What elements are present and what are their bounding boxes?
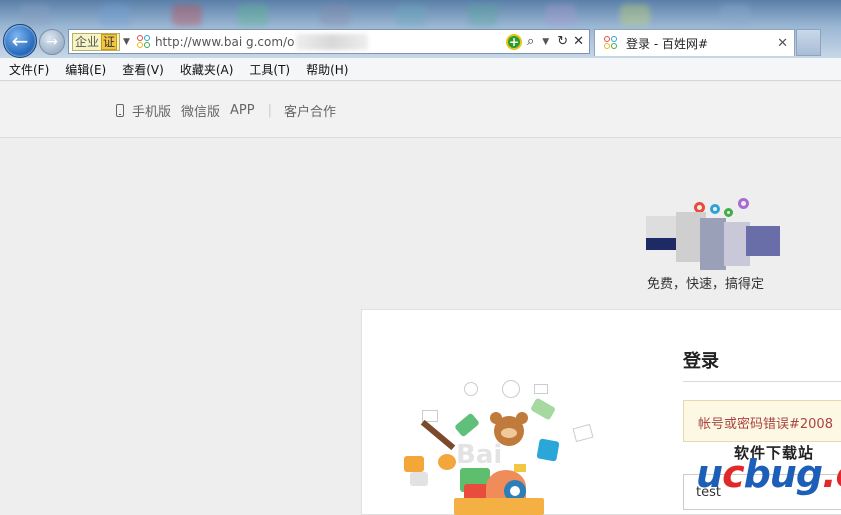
menu-bar: 文件(F) 编辑(E) 查看(V) 收藏夹(A) 工具(T) 帮助(H) xyxy=(0,58,841,81)
ucbug-watermark-logo: 软件下载站 ucbug.cc xyxy=(696,440,841,500)
add-plugin-icon[interactable]: + xyxy=(505,33,522,50)
blurred-desktop-icon xyxy=(172,4,202,26)
mobile-version-link[interactable]: 手机版 xyxy=(132,101,171,120)
close-icon[interactable]: ✕ xyxy=(573,34,584,49)
partner-link[interactable]: 客户合作 xyxy=(284,101,336,120)
site-favicon-icon xyxy=(136,34,151,49)
login-illustration xyxy=(404,372,604,515)
login-error-alert: 帐号或密码错误#2008 xyxy=(683,400,841,442)
menu-view[interactable]: 查看(V) xyxy=(122,61,164,78)
watermark-main-text: ucbug.cc xyxy=(696,452,841,496)
menu-tools[interactable]: 工具(T) xyxy=(249,61,290,78)
app-link[interactable]: APP xyxy=(230,103,255,118)
chevron-down-icon[interactable]: ▼ xyxy=(123,37,130,47)
new-tab-button[interactable] xyxy=(796,29,821,56)
back-button[interactable]: ← xyxy=(3,24,37,58)
search-icon[interactable]: ⌕ xyxy=(527,34,534,49)
blurred-desktop-icon xyxy=(468,4,498,26)
forward-button[interactable]: → xyxy=(39,29,65,55)
site-logo[interactable]: 免费，快速，搞得定 xyxy=(644,196,784,292)
site-top-nav: 手机版 微信版 APP | 客户合作 xyxy=(0,82,841,138)
cert-label: 企业 xyxy=(75,34,100,49)
address-bar[interactable]: 企业证 ▼ http://www.bai g.com/o + ⌕ ▼ ↻ ✕ xyxy=(68,29,590,54)
arrow-right-icon: → xyxy=(46,34,58,50)
blurred-desktop-icon xyxy=(546,4,576,26)
blurred-desktop-icon xyxy=(396,4,426,26)
menu-edit[interactable]: 编辑(E) xyxy=(65,61,106,78)
menu-favorites[interactable]: 收藏夹(A) xyxy=(180,61,234,78)
blurred-desktop-icon xyxy=(100,4,130,26)
blurred-desktop-icon xyxy=(620,4,650,26)
nav-separator: | xyxy=(267,103,272,118)
arrow-left-icon: ← xyxy=(11,29,29,53)
cert-badge: 证 xyxy=(101,33,118,50)
blurred-desktop-icon xyxy=(720,4,750,26)
mobile-phone-icon xyxy=(116,104,124,117)
blurred-desktop-icon xyxy=(320,4,350,26)
chevron-down-icon[interactable]: ▼ xyxy=(542,37,549,47)
login-title-divider xyxy=(683,381,841,382)
site-slogan: 免费，快速，搞得定 xyxy=(647,277,765,292)
blurred-desktop-icon xyxy=(20,4,50,26)
enterprise-cert-badge[interactable]: 企业证 xyxy=(72,32,121,51)
tab-close-icon[interactable]: ✕ xyxy=(777,36,788,51)
blurred-desktop-icon xyxy=(238,4,268,26)
url-text: http://www.bai g.com/o xyxy=(154,34,295,49)
wechat-version-link[interactable]: 微信版 xyxy=(181,101,220,120)
login-error-text: 帐号或密码错误#2008 xyxy=(698,417,833,432)
refresh-icon[interactable]: ↻ xyxy=(557,34,568,49)
tab-title: 登录 - 百姓网# xyxy=(626,36,709,51)
menu-file[interactable]: 文件(F) xyxy=(9,61,49,78)
menu-help[interactable]: 帮助(H) xyxy=(306,61,348,78)
browser-tab[interactable]: 登录 - 百姓网# ✕ xyxy=(594,29,795,56)
blurred-logo-mask xyxy=(646,212,780,270)
login-title: 登录 xyxy=(683,351,719,372)
baidu-watermark-logo: Bai xyxy=(456,440,503,470)
redacted-url-mask xyxy=(296,33,369,50)
site-favicon-icon xyxy=(604,36,618,50)
